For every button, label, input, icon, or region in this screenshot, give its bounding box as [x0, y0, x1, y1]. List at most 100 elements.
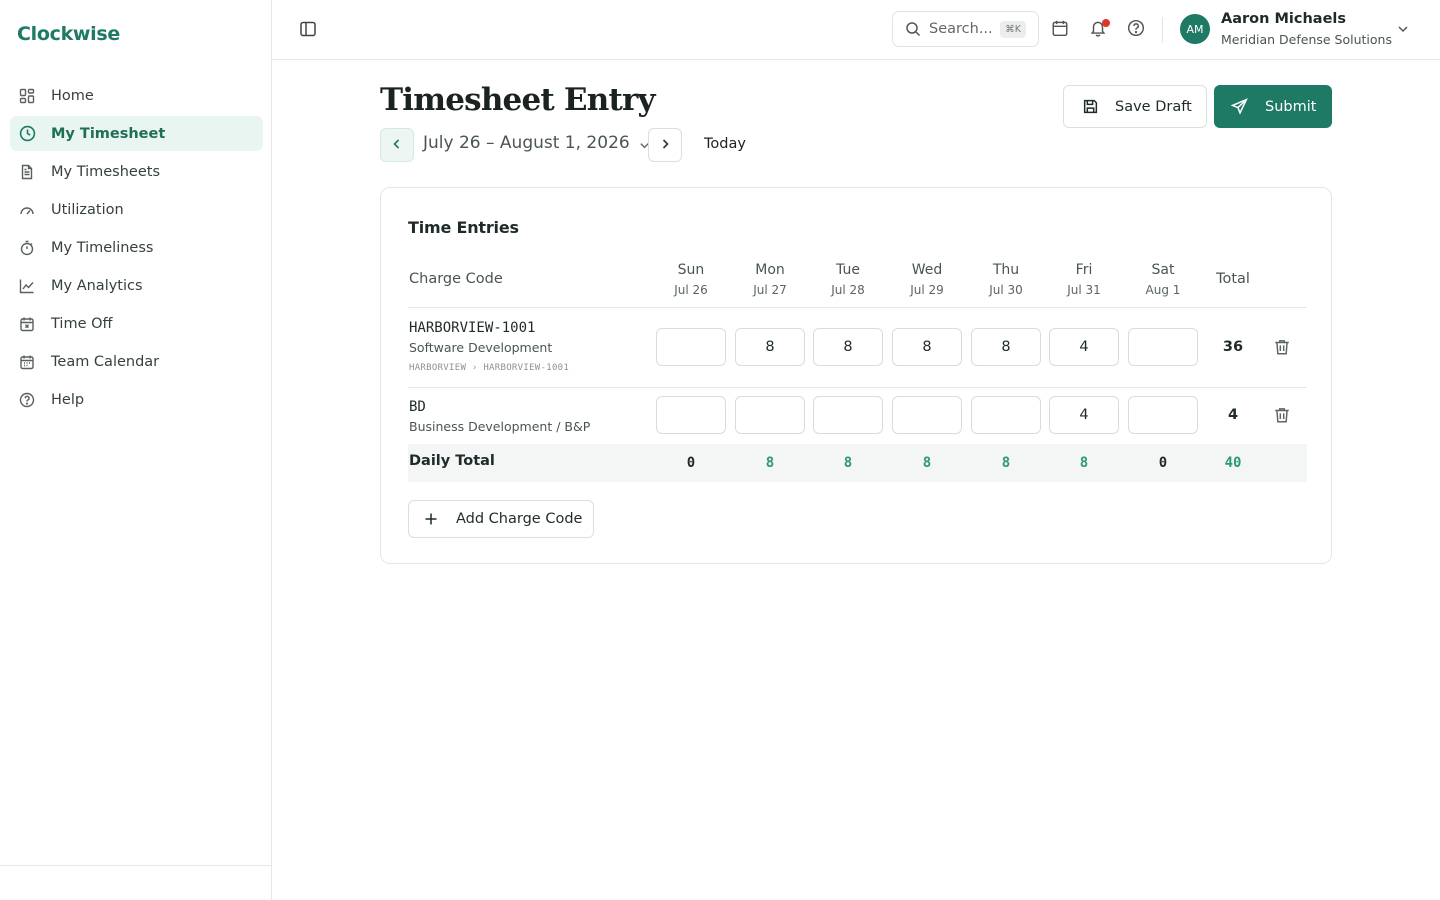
- daily-total-label: Daily Total: [409, 453, 495, 469]
- grid-icon: [18, 87, 36, 105]
- row-total: 36: [1222, 339, 1244, 355]
- column-header-fri: Fri Jul 31: [1049, 262, 1119, 297]
- daily-total-wed: 8: [922, 455, 932, 471]
- avatar[interactable]: AM: [1180, 14, 1210, 44]
- column-header-charge-code: Charge Code: [409, 271, 503, 287]
- hours-input-sat[interactable]: [1128, 328, 1198, 366]
- sidebar-item-my-analytics[interactable]: My Analytics: [10, 268, 263, 303]
- hours-input-tue[interactable]: [813, 396, 883, 434]
- date-range-label: July 26 – August 1, 2026: [423, 133, 630, 153]
- day-name: Fri: [1075, 262, 1093, 278]
- daily-total-tue: 8: [843, 455, 853, 471]
- column-header-total: Total: [1216, 271, 1250, 287]
- save-draft-button[interactable]: Save Draft: [1063, 85, 1207, 128]
- calendar-icon[interactable]: [1051, 19, 1071, 39]
- submit-label: Submit: [1265, 98, 1317, 115]
- hours-input-sun[interactable]: [656, 328, 726, 366]
- search-input[interactable]: Search... ⌘K: [892, 11, 1039, 47]
- charge-code: HARBORVIEW-1001: [409, 320, 536, 336]
- hours-input-wed[interactable]: 8: [892, 328, 962, 366]
- charge-code-description: Software Development: [409, 340, 553, 355]
- add-charge-code-button[interactable]: Add Charge Code: [408, 500, 594, 538]
- daily-total-thu: 8: [1001, 455, 1011, 471]
- hours-input-tue[interactable]: 8: [813, 328, 883, 366]
- hours-input-sun[interactable]: [656, 396, 726, 434]
- calendar-x-icon: [18, 315, 36, 333]
- day-date: Jul 27: [753, 283, 787, 297]
- time-entries-card: Time Entries Charge Code Sun Jul 26 Mon …: [380, 187, 1332, 564]
- column-header-mon: Mon Jul 27: [735, 262, 805, 297]
- day-date: Aug 1: [1145, 283, 1181, 297]
- sidebar-item-home[interactable]: Home: [10, 78, 263, 113]
- hours-input-sat[interactable]: [1128, 396, 1198, 434]
- add-charge-code-label: Add Charge Code: [456, 511, 583, 527]
- next-week-button[interactable]: [648, 128, 682, 162]
- daily-total-fri: 8: [1079, 455, 1089, 471]
- user-name[interactable]: Aaron Michaels: [1221, 11, 1346, 27]
- user-organization: Meridian Defense Solutions: [1221, 32, 1392, 47]
- previous-week-button[interactable]: [380, 128, 414, 162]
- document-icon: [18, 163, 36, 181]
- search-icon: [905, 21, 921, 37]
- header-divider: [1162, 17, 1163, 43]
- page-title: Timesheet Entry: [380, 82, 656, 118]
- sidebar-item-utilization[interactable]: Utilization: [10, 192, 263, 227]
- daily-total-sat: 0: [1158, 455, 1168, 471]
- chevron-right-icon: [658, 136, 672, 155]
- help-circle-icon[interactable]: [1127, 19, 1147, 39]
- hours-input-thu[interactable]: [971, 396, 1041, 434]
- day-name: Sun: [677, 262, 705, 278]
- hours-input-mon[interactable]: [735, 396, 805, 434]
- hours-input-wed[interactable]: [892, 396, 962, 434]
- sidebar-item-my-timesheets[interactable]: My Timesheets: [10, 154, 263, 189]
- hours-input-fri[interactable]: 4: [1049, 328, 1119, 366]
- sidebar-item-help[interactable]: Help: [10, 382, 263, 417]
- charge-code-description: Business Development / B&P: [409, 419, 591, 434]
- gauge-icon: [18, 201, 36, 219]
- day-date: Jul 31: [1067, 283, 1101, 297]
- sidebar-item-label: Help: [51, 391, 85, 408]
- hours-input-mon[interactable]: 8: [735, 328, 805, 366]
- send-icon: [1230, 98, 1248, 115]
- day-date: Jul 28: [831, 283, 865, 297]
- hours-input-fri[interactable]: 4: [1049, 396, 1119, 434]
- daily-total-sun: 0: [686, 455, 696, 471]
- submit-button[interactable]: Submit: [1214, 85, 1332, 128]
- hours-input-thu[interactable]: 8: [971, 328, 1041, 366]
- today-button[interactable]: Today: [704, 136, 746, 152]
- search-shortcut-badge: ⌘K: [1000, 21, 1026, 38]
- sidebar-item-label: My Timeliness: [51, 239, 154, 256]
- brand-logo[interactable]: Clockwise: [17, 23, 120, 45]
- sidebar-item-my-timesheet[interactable]: My Timesheet: [10, 116, 263, 151]
- sidebar-item-team-calendar[interactable]: Team Calendar: [10, 344, 263, 379]
- sidebar-item-time-off[interactable]: Time Off: [10, 306, 263, 341]
- trash-icon[interactable]: [1273, 406, 1291, 424]
- sidebar-toggle-icon[interactable]: [299, 20, 319, 40]
- chevron-down-icon[interactable]: [1396, 21, 1410, 35]
- day-name: Wed: [911, 262, 943, 278]
- sidebar-item-label: Team Calendar: [51, 353, 160, 370]
- clock-icon: [18, 125, 36, 143]
- plus-icon: [423, 511, 439, 527]
- day-date: Jul 30: [989, 283, 1023, 297]
- day-date: Jul 26: [674, 283, 708, 297]
- row-divider: [408, 387, 1307, 388]
- day-date: Jul 29: [910, 283, 944, 297]
- day-name: Sat: [1151, 262, 1175, 278]
- day-name: Tue: [836, 262, 860, 278]
- sidebar-item-label: My Analytics: [51, 277, 143, 294]
- charge-code: BD: [409, 399, 426, 415]
- trash-icon[interactable]: [1273, 338, 1291, 356]
- column-header-thu: Thu Jul 30: [971, 262, 1041, 297]
- column-header-tue: Tue Jul 28: [813, 262, 883, 297]
- sidebar-item-label: Utilization: [51, 201, 124, 218]
- sidebar: Clockwise Home My Timesheet My Timesheet…: [0, 0, 272, 900]
- date-range-selector[interactable]: July 26 – August 1, 2026: [423, 133, 651, 153]
- bell-icon[interactable]: [1089, 19, 1110, 39]
- sidebar-nav: Home My Timesheet My Timesheets Utilizat…: [10, 78, 263, 420]
- save-icon: [1082, 98, 1099, 115]
- sidebar-item-my-timeliness[interactable]: My Timeliness: [10, 230, 263, 265]
- daily-total-mon: 8: [765, 455, 775, 471]
- save-draft-label: Save Draft: [1115, 98, 1192, 115]
- card-title: Time Entries: [408, 218, 519, 237]
